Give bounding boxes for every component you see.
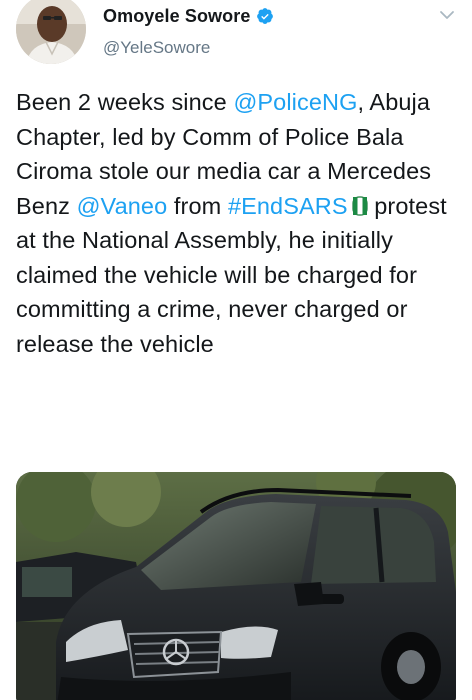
verified-badge-icon — [256, 7, 274, 25]
author-display-name[interactable]: Omoyele Sowore — [103, 6, 250, 27]
mention-link[interactable]: @Vaneo — [77, 193, 168, 219]
nigeria-flag-emoji — [352, 192, 368, 216]
tweet-card[interactable]: Omoyele Sowore @YeleSowore Been 2 weeks … — [0, 0, 472, 700]
hashtag-link[interactable]: #EndSARS — [228, 193, 348, 219]
tweet-header: Omoyele Sowore @YeleSowore — [103, 4, 274, 58]
mention-link[interactable]: @PoliceNG — [233, 89, 357, 115]
tweet-media-image[interactable] — [16, 472, 456, 700]
tweet-text: Been 2 weeks since @PoliceNG, Abuja Chap… — [16, 85, 461, 361]
chevron-down-icon[interactable] — [438, 6, 456, 24]
tweet-text-segment: from — [167, 192, 228, 219]
tweet-text-segment: Been 2 weeks since — [16, 89, 234, 115]
avatar[interactable] — [16, 0, 86, 64]
author-handle[interactable]: @YeleSowore — [103, 38, 274, 58]
